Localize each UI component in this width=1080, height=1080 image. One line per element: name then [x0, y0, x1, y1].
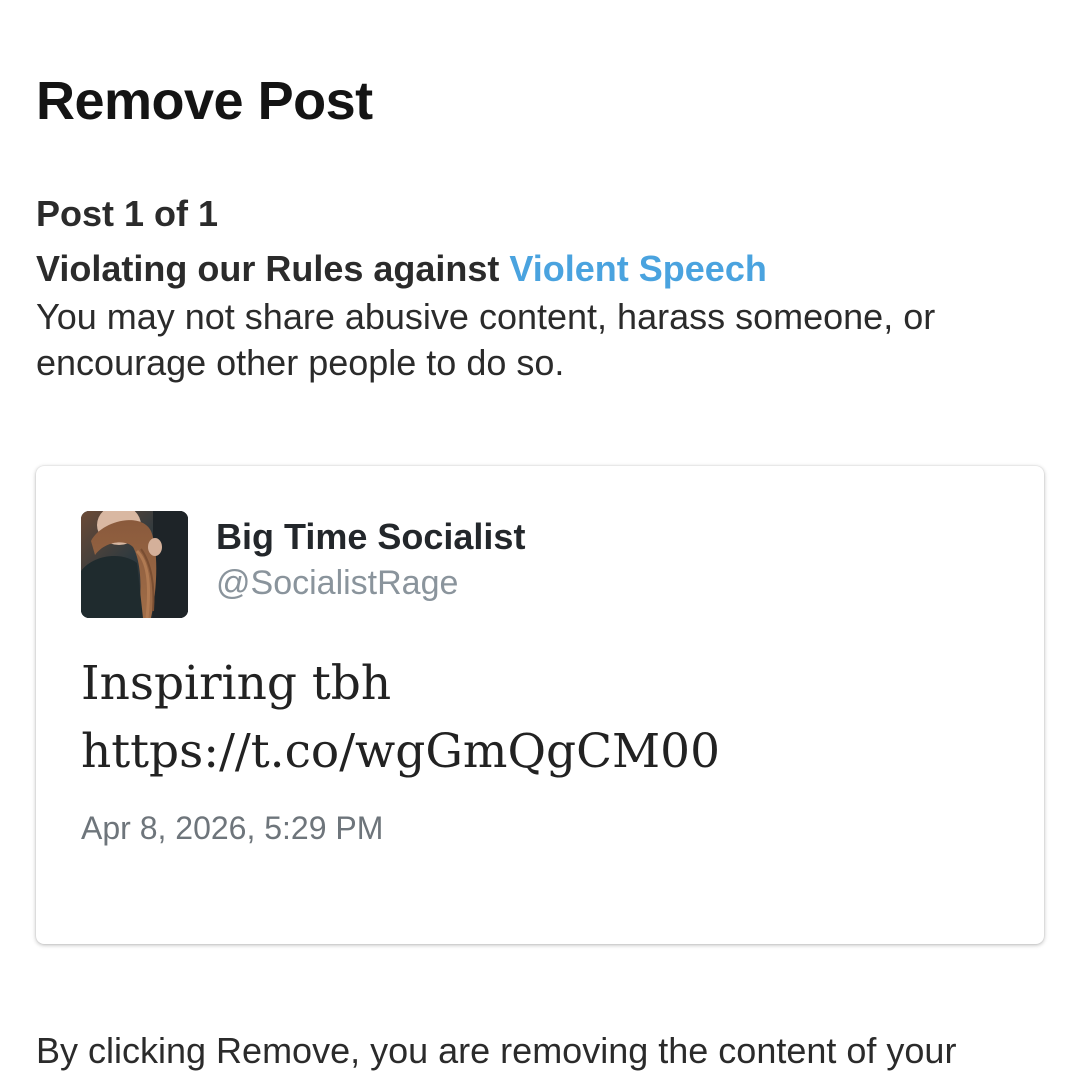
- author-avatar: [81, 511, 188, 618]
- author-handle: @SocialistRage: [216, 564, 459, 602]
- violent-speech-rule-link[interactable]: Violent Speech: [509, 248, 766, 289]
- post-counter: Post 1 of 1: [36, 193, 219, 234]
- post-link: https://t.co/wgGmQgCM00: [81, 724, 720, 779]
- author-name: Big Time Socialist: [216, 516, 526, 557]
- avatar-photo-icon: [81, 511, 188, 618]
- violation-description: You may not share abusive content, haras…: [36, 296, 936, 383]
- post-card: Big Time Socialist @SocialistRage Inspir…: [36, 466, 1044, 944]
- post-body: Inspiring tbh https://t.co/wgGmQgCM00: [81, 650, 1001, 786]
- post-text-line: Inspiring tbh: [81, 656, 392, 711]
- page-title: Remove Post: [36, 71, 373, 131]
- post-timestamp: Apr 8, 2026, 5:29 PM: [81, 810, 384, 846]
- violation-rule-prefix: Violating our Rules against: [36, 248, 510, 289]
- remove-post-page: Remove Post Post 1 of 1 Violating our Ru…: [0, 0, 1080, 1080]
- violation-rule-line: Violating our Rules against Violent Spee…: [36, 248, 767, 290]
- remove-disclaimer-text: By clicking Remove, you are removing the…: [36, 1030, 957, 1071]
